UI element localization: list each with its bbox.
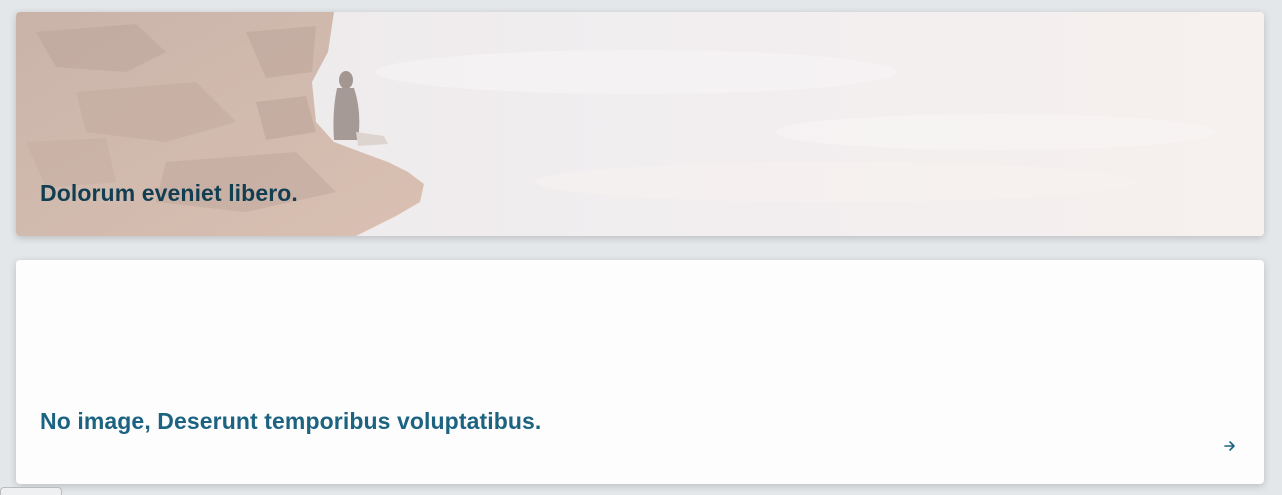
arrow-right-icon[interactable] (1222, 438, 1238, 454)
hero-card-title[interactable]: Dolorum eveniet libero. (40, 180, 298, 207)
hero-card[interactable]: Dolorum eveniet libero. (16, 12, 1264, 236)
card-list: Dolorum eveniet libero. No image, Deseru… (0, 0, 1282, 495)
text-card-title[interactable]: No image, Deserunt temporibus voluptatib… (40, 408, 541, 435)
bottom-corner-tab[interactable] (0, 487, 62, 495)
text-card[interactable]: No image, Deserunt temporibus voluptatib… (16, 260, 1264, 484)
